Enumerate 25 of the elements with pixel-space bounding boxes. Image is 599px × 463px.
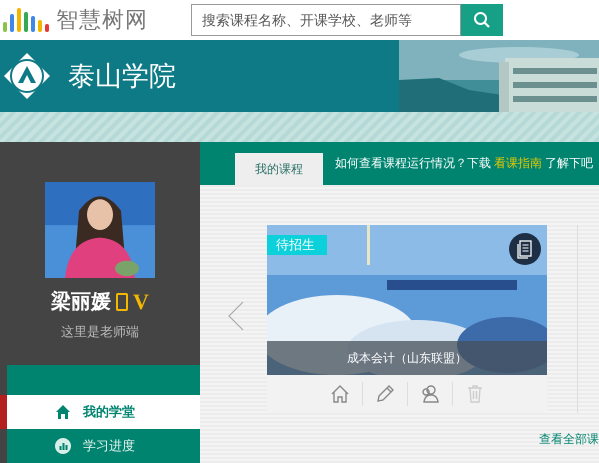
search-field[interactable]: 搜索课程名称、开课学校、老师等 [191, 4, 461, 36]
role-subtitle: 这里是老师端 [61, 324, 139, 341]
home-icon [55, 404, 71, 420]
home-icon[interactable] [330, 384, 350, 404]
document-icon[interactable] [509, 233, 541, 265]
logo-icon [2, 6, 52, 34]
teacher-name: 梁丽媛 [51, 288, 112, 315]
tab[interactable]: 我的课程 [235, 153, 323, 185]
search-button[interactable] [461, 4, 503, 36]
chart-icon [55, 438, 71, 454]
notice-text: 如何查看课程运行情况？下载 [335, 155, 491, 172]
menu-item[interactable]: 学习进度 [7, 429, 200, 463]
course-card[interactable]: 待招生 成本会计（山东联盟） [267, 225, 547, 413]
phone-icon [116, 292, 128, 310]
vip-label: V [133, 288, 149, 314]
guide-link[interactable]: 看课指南 [494, 155, 542, 172]
logo-text: 智慧树网 [56, 7, 148, 35]
view-all-link[interactable]: 查看全部课 [539, 432, 599, 446]
notice-text: 了解下吧 [545, 155, 593, 172]
people-icon[interactable] [420, 384, 440, 404]
pencil-icon[interactable] [374, 384, 394, 404]
school-name: 泰山学院 [68, 60, 176, 94]
status-tag: 待招生 [267, 235, 327, 255]
course-title: 成本会计（山东联盟） [267, 341, 547, 375]
search-icon [473, 11, 491, 29]
